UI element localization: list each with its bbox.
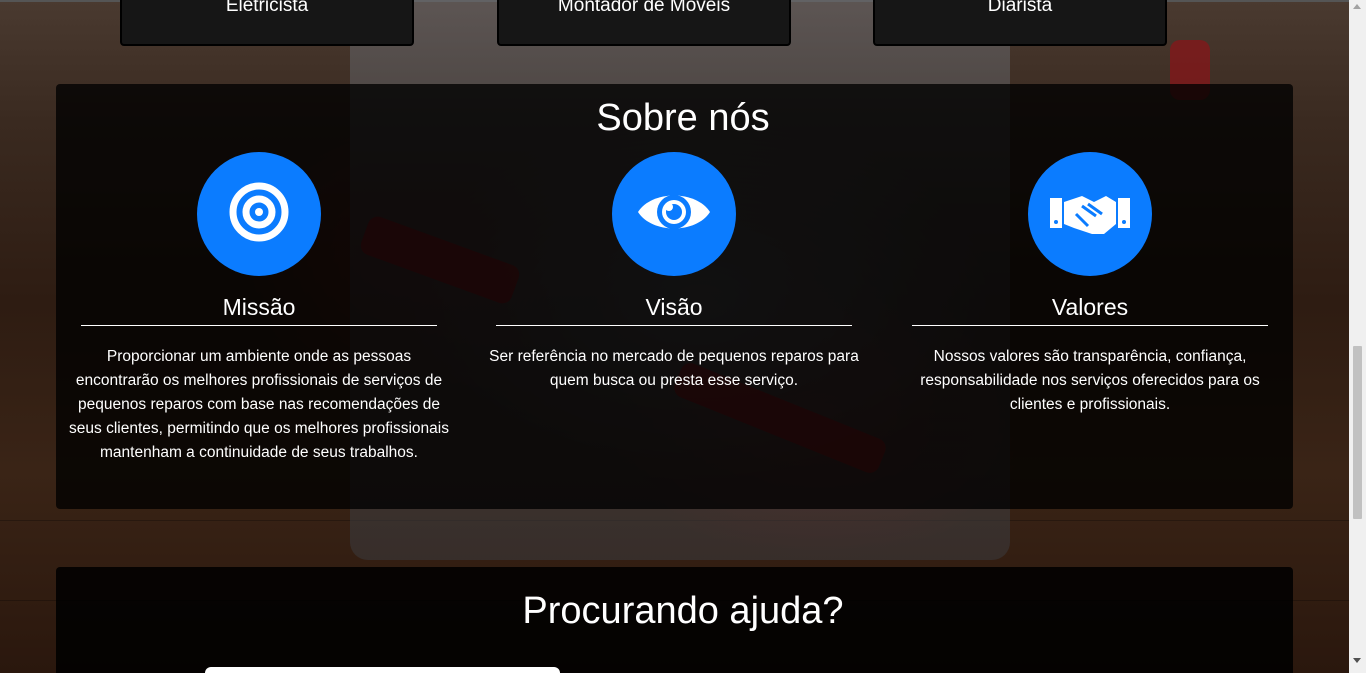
mission-icon-circle <box>197 152 321 276</box>
vision-text: Ser referência no mercado de pequenos re… <box>489 348 859 389</box>
values-icon-circle <box>1028 152 1152 276</box>
mission-title: Missão <box>222 294 296 320</box>
scroll-thumb[interactable] <box>1353 346 1362 519</box>
values-title: Valores <box>1051 294 1129 320</box>
help-search-input[interactable] <box>205 667 560 673</box>
scroll-up-arrow-icon[interactable] <box>1353 4 1361 9</box>
eye-icon <box>636 184 712 245</box>
service-card-housekeeper[interactable]: Diarista <box>873 0 1167 46</box>
values-text: Nossos valores são transparência, confia… <box>920 348 1260 413</box>
service-card-label: Eletricista <box>225 0 309 16</box>
service-card-electrician[interactable]: Eletricista <box>120 0 414 46</box>
about-title: Sobre nós <box>596 97 770 139</box>
page-background: Eletricista Montador de Móveis Diarista … <box>0 0 1366 673</box>
handshake-icon <box>1048 184 1132 245</box>
page-scrollbar[interactable] <box>1349 0 1366 673</box>
mission-text: Proporcionar um ambiente onde as pessoas… <box>69 348 449 461</box>
service-card-label: Montador de Móveis <box>557 0 731 16</box>
help-title: Procurando ajuda? <box>522 590 844 632</box>
values-column: Valores Nossos valores são transparência… <box>900 152 1280 417</box>
service-card-label: Diarista <box>987 0 1053 16</box>
vision-column: Visão Ser referência no mercado de peque… <box>484 152 864 393</box>
scroll-down-arrow-icon[interactable] <box>1353 658 1361 663</box>
target-icon <box>227 180 291 249</box>
service-card-furniture-assembler[interactable]: Montador de Móveis <box>497 0 791 46</box>
values-divider <box>912 325 1268 326</box>
vision-divider <box>496 325 852 326</box>
vision-title: Visão <box>645 294 703 320</box>
mission-divider <box>81 325 437 326</box>
vision-icon-circle <box>612 152 736 276</box>
mission-column: Missão Proporcionar um ambiente onde as … <box>69 152 449 465</box>
